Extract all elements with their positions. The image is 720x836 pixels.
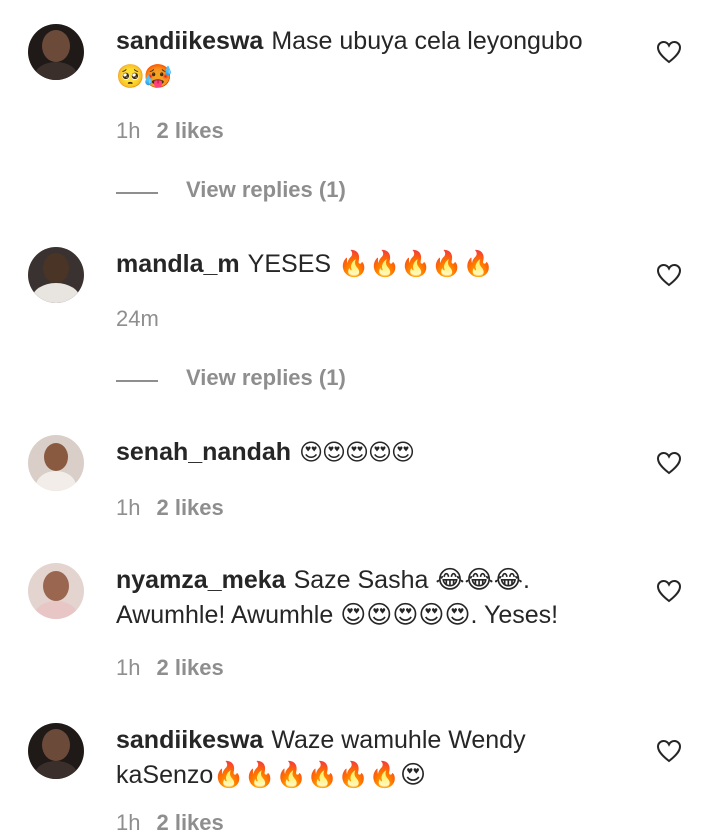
comment-likes[interactable]: 2 likes xyxy=(156,118,223,143)
comment-meta: 1h 2 likes xyxy=(116,810,224,836)
replies-divider xyxy=(116,380,158,382)
comment-username[interactable]: senah_nandah xyxy=(116,438,291,466)
comment-body: 😍😍😍😍😍 xyxy=(299,440,415,466)
like-heart-icon[interactable] xyxy=(656,40,682,64)
comment-username[interactable]: sandiikeswa xyxy=(116,726,263,754)
comment-username[interactable]: sandiikeswa xyxy=(116,27,263,55)
comment-time: 1h xyxy=(116,495,141,520)
comment-body: Saze Sasha 😂😂😂. xyxy=(293,566,530,594)
comment-meta: 1h 2 likes xyxy=(116,118,224,144)
replies-divider xyxy=(116,192,158,194)
avatar[interactable] xyxy=(28,563,84,619)
like-heart-icon[interactable] xyxy=(656,739,682,763)
comment-body: Mase ubuya cela leyongubo xyxy=(271,27,583,55)
comment-body-line2: Awumhle! Awumhle 😍😍😍😍😍. Yeses! xyxy=(116,601,559,629)
avatar[interactable] xyxy=(28,723,84,779)
like-heart-icon[interactable] xyxy=(656,579,682,603)
comment-body: YESES 🔥🔥🔥🔥🔥 xyxy=(247,250,494,278)
comment-meta: 1h 2 likes xyxy=(116,495,224,521)
comment-text: nyamza_meka Saze Sasha 😂😂😂. Awumhle! Awum… xyxy=(116,563,616,633)
comment-time: 1h xyxy=(116,655,141,680)
comment-meta: 1h 2 likes xyxy=(116,655,224,681)
comment-likes[interactable]: 2 likes xyxy=(156,810,223,835)
like-heart-icon[interactable] xyxy=(656,263,682,287)
comment-likes[interactable]: 2 likes xyxy=(156,495,223,520)
comment-text: sandiikeswa Mase ubuya cela leyongubo 🥺🥵 xyxy=(116,24,616,95)
comment-emoji: 🥺🥵 xyxy=(116,64,172,90)
comment-meta: 24m xyxy=(116,306,159,332)
like-heart-icon[interactable] xyxy=(656,451,682,475)
avatar[interactable] xyxy=(28,247,84,303)
view-replies-label: View replies (1) xyxy=(186,177,346,202)
comment-time: 24m xyxy=(116,306,159,331)
comment-username[interactable]: mandla_m xyxy=(116,250,240,278)
avatar[interactable] xyxy=(28,24,84,80)
avatar[interactable] xyxy=(28,435,84,491)
comment-likes[interactable]: 2 likes xyxy=(156,655,223,680)
comment-text: senah_nandah 😍😍😍😍😍 xyxy=(116,435,616,471)
comment-username[interactable]: nyamza_meka xyxy=(116,566,286,594)
comment-time: 1h xyxy=(116,810,141,835)
comment-text: sandiikeswa Waze wamuhle Wendy kaSenzo🔥🔥🔥… xyxy=(116,723,616,793)
comment-time: 1h xyxy=(116,118,141,143)
comment-text: mandla_m YESES 🔥🔥🔥🔥🔥 xyxy=(116,247,616,282)
view-replies-label: View replies (1) xyxy=(186,365,346,390)
comment-body-line2: kaSenzo🔥🔥🔥🔥🔥🔥😍 xyxy=(116,761,427,789)
comment-body: Waze wamuhle Wendy xyxy=(271,726,526,754)
